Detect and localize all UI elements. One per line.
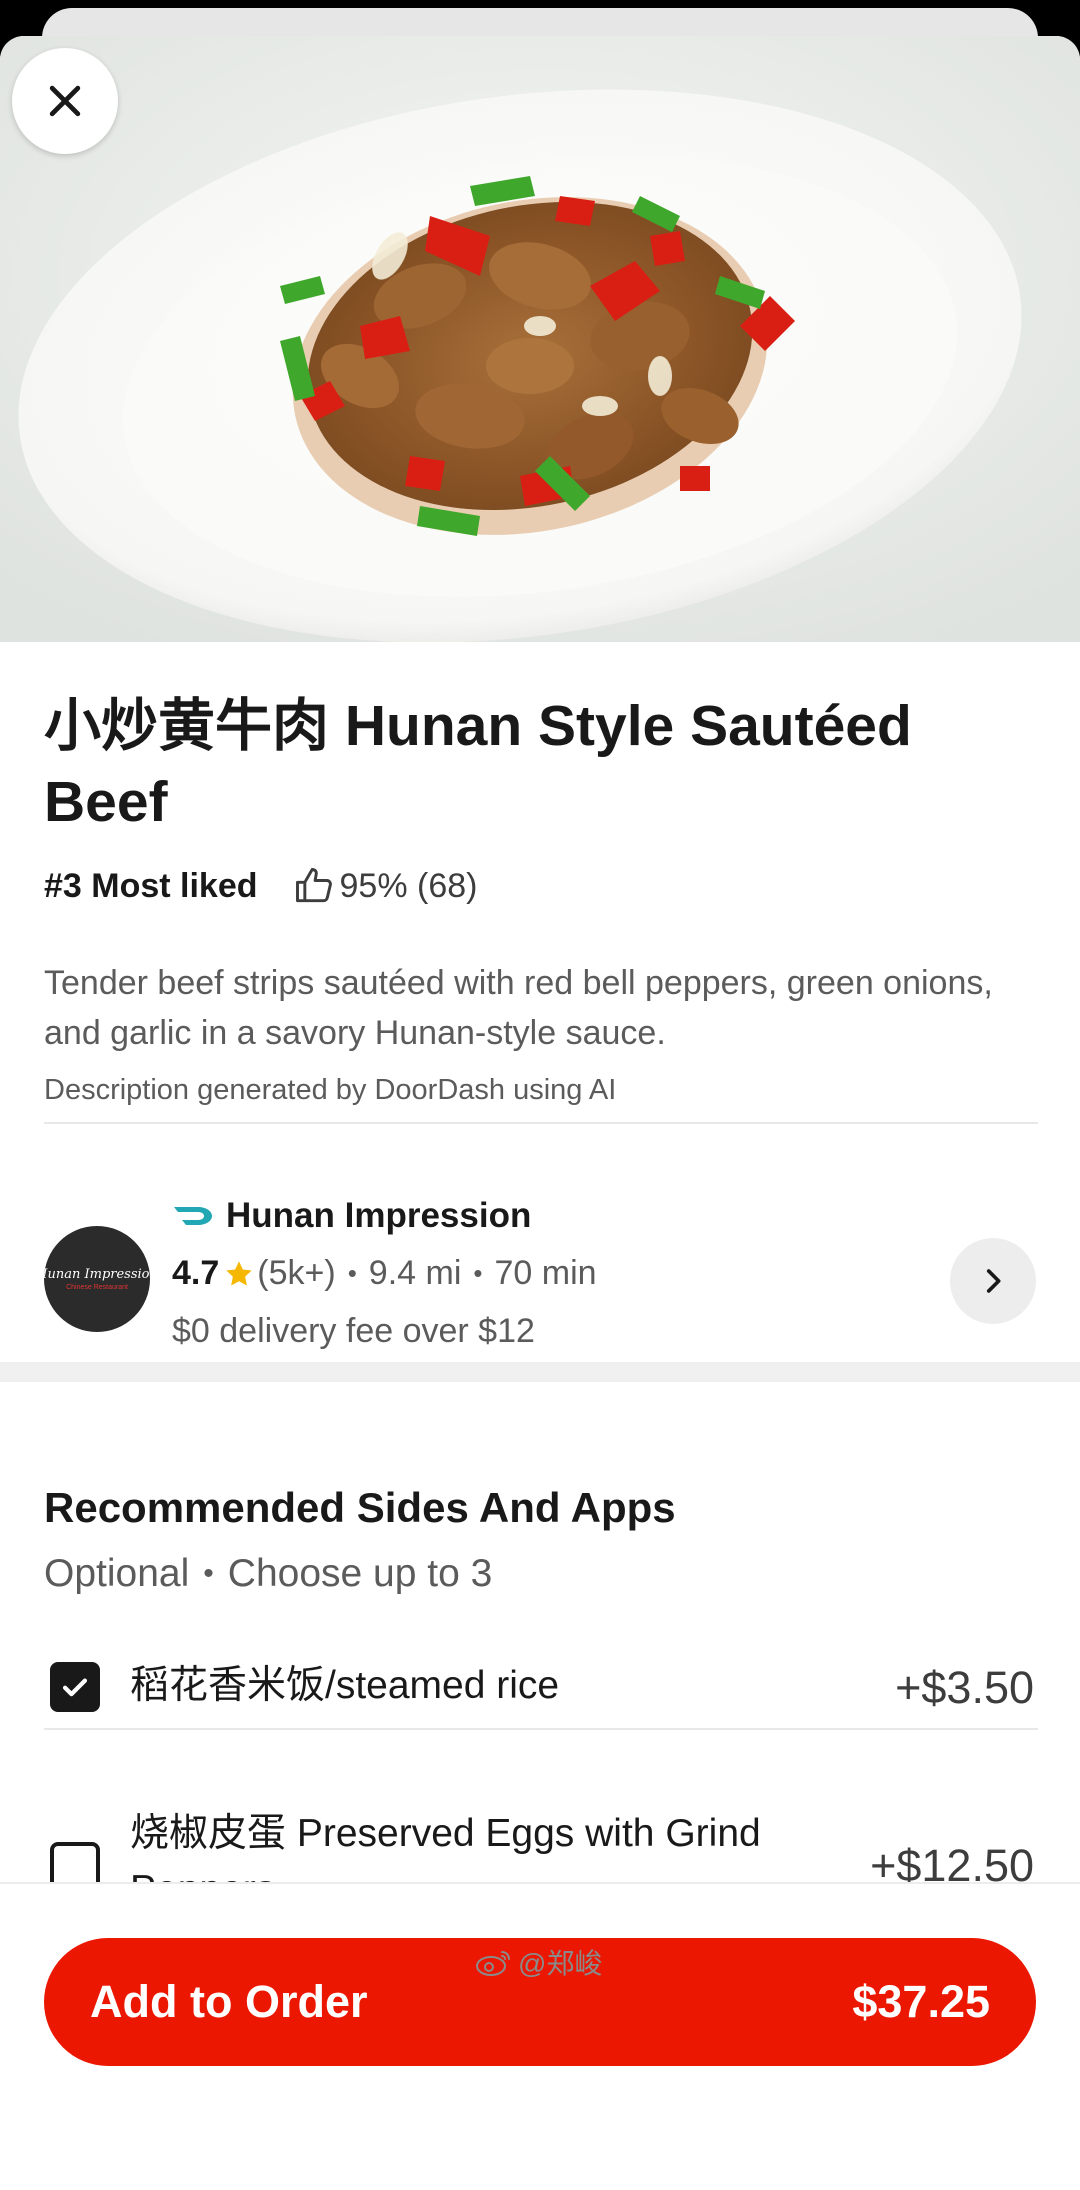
sides-section-title: Recommended Sides And Apps bbox=[44, 1484, 676, 1531]
footer-bar: Add to Order $37.25 bbox=[0, 1882, 1080, 2190]
thumbs-up-icon bbox=[295, 868, 332, 903]
choose-limit-label: Choose up to 3 bbox=[227, 1552, 493, 1595]
item-detail-sheet: 小炒黄牛肉 Hunan Style Sautéed Beef #3 Most l… bbox=[0, 36, 1080, 2190]
star-icon bbox=[219, 1258, 257, 1290]
store-rating: 4.7 bbox=[172, 1254, 220, 1292]
like-rating: 95% (68) bbox=[292, 864, 478, 908]
dish-description: Tender beef strips sautéed with red bell… bbox=[44, 964, 993, 1052]
weibo-icon bbox=[476, 1951, 510, 1976]
checkmark-icon bbox=[62, 1678, 88, 1697]
store-meta: 4.7 (5k+) • 9.4 mi • 70 min bbox=[172, 1254, 597, 1293]
close-button[interactable] bbox=[12, 48, 118, 154]
watermark-text: @郑峻 bbox=[518, 1948, 603, 1979]
chevron-right-icon bbox=[986, 1269, 1001, 1293]
separator-dot: • bbox=[203, 1557, 214, 1590]
store-delivery-fee: $0 delivery fee over $12 bbox=[172, 1312, 535, 1350]
side-option-label: 稻花香米饭/steamed rice bbox=[130, 1664, 560, 1707]
dish-stats: #3 Most liked 95% (68) bbox=[44, 858, 477, 914]
doordash-dash-icon bbox=[172, 1203, 216, 1229]
optional-label: Optional bbox=[44, 1552, 190, 1595]
watermark: @郑峻 bbox=[474, 1942, 602, 1982]
store-name-line: Hunan Impression bbox=[172, 1196, 531, 1236]
most-liked-rank: #3 Most liked bbox=[44, 866, 258, 905]
add-to-order-label: Add to Order bbox=[90, 1976, 368, 2027]
separator-dot: • bbox=[473, 1258, 483, 1288]
order-total: $37.25 bbox=[852, 1976, 990, 2027]
side-option-checkbox[interactable] bbox=[50, 1662, 100, 1712]
section-separator bbox=[0, 1362, 1080, 1382]
sides-section-subtitle: Optional • Choose up to 3 bbox=[44, 1552, 492, 1596]
dish-title: 小炒黄牛肉 Hunan Style Sautéed Beef bbox=[44, 694, 912, 834]
ai-description-note: Description generated by DoorDash using … bbox=[44, 1074, 617, 1106]
store-logo: Hunan Impression Chinese Restaurant bbox=[44, 1226, 150, 1332]
side-option-price: +$3.50 bbox=[895, 1662, 1034, 1713]
close-icon bbox=[49, 85, 81, 117]
store-rating-count: (5k+) bbox=[257, 1254, 336, 1292]
side-option[interactable]: 烧椒皮蛋 Preserved Eggs with Grind Peppers +… bbox=[0, 1730, 1080, 1911]
store-name: Hunan Impression bbox=[226, 1196, 532, 1235]
store-delivery-time: 70 min bbox=[494, 1254, 597, 1292]
store-info-row[interactable]: Hunan Impression Chinese Restaurant Huna… bbox=[0, 1168, 1080, 1362]
dish-photo bbox=[0, 36, 1080, 642]
store-open-button[interactable] bbox=[950, 1238, 1036, 1324]
separator-dot: • bbox=[347, 1258, 357, 1288]
like-percentage: 95% (68) bbox=[339, 866, 478, 905]
store-logo-text: Hunan Impression bbox=[44, 1267, 150, 1282]
store-distance: 9.4 mi bbox=[368, 1254, 462, 1292]
divider bbox=[44, 1122, 1038, 1124]
store-logo-subtext: Chinese Restaurant bbox=[66, 1284, 128, 1291]
